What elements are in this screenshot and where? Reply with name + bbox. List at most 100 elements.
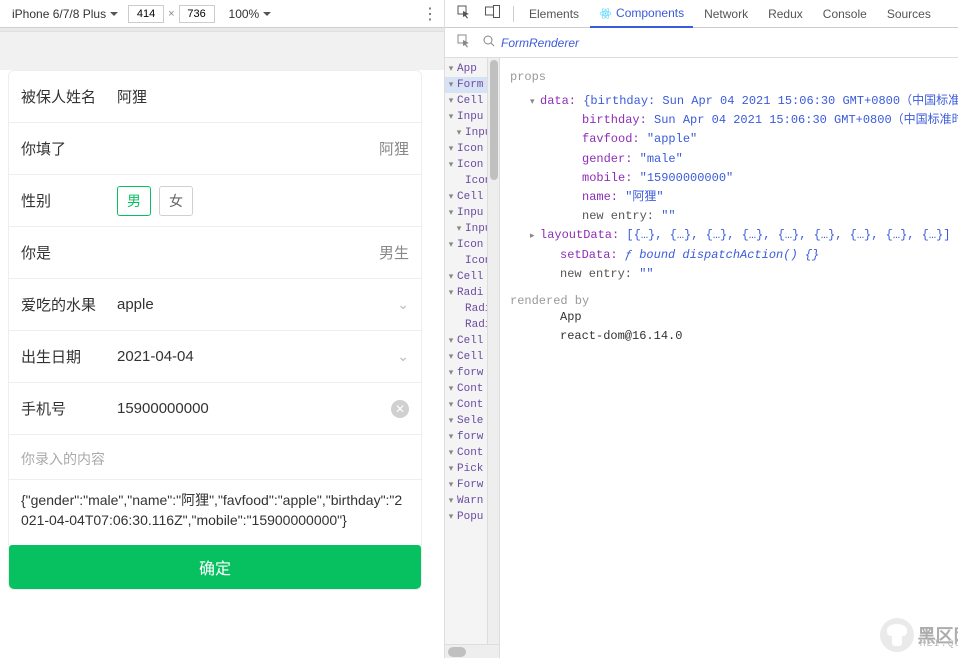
cell-echo-name: 你填了 阿狸 [9, 123, 421, 175]
prop-name[interactable]: name: "阿狸" [510, 188, 958, 207]
cell-birthday[interactable]: 出生日期 2021-04-04 ⌄ [9, 331, 421, 383]
tree-node-label: Cont [457, 399, 483, 411]
mobile-input[interactable] [117, 400, 391, 417]
tree-arrow-icon [447, 368, 455, 378]
tree-arrow-icon [447, 512, 455, 522]
device-name: iPhone 6/7/8 Plus [12, 7, 106, 21]
json-header: 你录入的内容 [9, 435, 421, 480]
tree-arrow-icon [447, 416, 455, 426]
tree-node-label: Inpu [457, 111, 483, 123]
prop-birthday[interactable]: birthday: Sun Apr 04 2021 15:06:30 GMT+0… [510, 111, 958, 130]
component-search-input[interactable] [501, 33, 958, 53]
tab-components[interactable]: Components [590, 0, 693, 28]
tree-arrow-icon [447, 448, 455, 458]
tree-node-label: Cont [457, 447, 483, 459]
prop-new-entry[interactable]: new entry: "" [510, 207, 958, 226]
tree-arrow-icon [447, 432, 455, 442]
form-card: 被保人姓名 你填了 阿狸 性别 男 女 你是 男生 [8, 70, 422, 590]
width-input[interactable] [128, 5, 164, 23]
times-icon: × [168, 8, 174, 20]
tree-node-label: Radi [457, 287, 483, 299]
tree-arrow-icon [447, 112, 455, 122]
cell-echo-gender: 你是 男生 [9, 227, 421, 279]
tree-arrow-icon [447, 80, 455, 90]
rendered-by-app[interactable]: App [510, 308, 958, 327]
watermark-url: HEI.QU.BIZ [920, 639, 958, 650]
horizontal-scrollbar[interactable] [445, 644, 499, 658]
tree-node-label: Cell [457, 95, 483, 107]
tree-node-label: Pick [457, 463, 483, 475]
more-icon[interactable]: ⋮ [422, 4, 436, 24]
cell-favfood[interactable]: 爱吃的水果 apple ⌄ [9, 279, 421, 331]
birthday-label: 出生日期 [21, 346, 117, 367]
name-input[interactable] [117, 88, 409, 105]
gender-male-button[interactable]: 男 [117, 186, 151, 216]
tab-redux[interactable]: Redux [759, 1, 812, 27]
prop-setData[interactable]: setData: ƒ bound dispatchAction() {} [510, 246, 958, 265]
prop-mobile[interactable]: mobile: "15900000000" [510, 169, 958, 188]
submit-button[interactable]: 确定 [9, 545, 421, 589]
device-select[interactable]: iPhone 6/7/8 Plus [8, 5, 122, 23]
echo-name-label: 你填了 [21, 138, 117, 159]
tree-arrow-icon [447, 464, 455, 474]
prop-data[interactable]: ▾data: {birthday: Sun Apr 04 2021 15:06:… [510, 92, 958, 111]
tree-arrow-icon [447, 208, 455, 218]
tab-console[interactable]: Console [814, 1, 876, 27]
rendered-by-react-dom[interactable]: react-dom@16.14.0 [510, 327, 958, 346]
tree-node-label: Cell [457, 335, 483, 347]
tree-arrow-icon [447, 192, 455, 202]
tree-node-label: Icon [457, 143, 483, 155]
search-icon [483, 35, 495, 50]
chevron-down-icon [110, 12, 118, 16]
devtools-tabs: Elements Components Network Redux Consol… [445, 0, 958, 28]
tree-node-label: Icon [457, 239, 483, 251]
favfood-value: apple [117, 296, 389, 313]
height-input[interactable] [179, 5, 215, 23]
tree-node-label: Warn [457, 495, 483, 507]
zoom-select[interactable]: 100% [229, 7, 272, 21]
tree-arrow-icon [447, 240, 455, 250]
echo-gender-value: 男生 [117, 242, 409, 263]
gender-female-button[interactable]: 女 [159, 186, 193, 216]
tab-network[interactable]: Network [695, 1, 757, 27]
props-inspector[interactable]: props ▾data: {birthday: Sun Apr 04 2021 … [500, 58, 958, 658]
cell-gender: 性别 男 女 [9, 175, 421, 227]
birthday-value: 2021-04-04 [117, 348, 389, 365]
tree-arrow-icon [447, 96, 455, 106]
pick-element-icon[interactable] [451, 30, 477, 55]
canvas-gutter [0, 32, 444, 70]
prop-layoutData[interactable]: ▸layoutData: [{…}, {…}, {…}, {…}, {…}, {… [510, 226, 958, 245]
tree-arrow-icon [447, 160, 455, 170]
device-toggle-icon[interactable] [479, 1, 507, 26]
mushroom-icon [880, 618, 914, 652]
tree-node-label: Inpu [457, 207, 483, 219]
tree-arrow-icon [455, 128, 463, 138]
vertical-scrollbar[interactable] [487, 58, 499, 644]
dimensions-group: × [128, 5, 214, 23]
cell-mobile[interactable]: 手机号 ✕ [9, 383, 421, 435]
prop-favfood[interactable]: favfood: "apple" [510, 130, 958, 149]
tree-arrow-icon [447, 496, 455, 506]
tree-arrow-icon [447, 352, 455, 362]
tree-arrow-icon [447, 288, 455, 298]
tree-arrow-icon [447, 144, 455, 154]
component-tree[interactable]: AppFormCellInpuInpuIconIconIconCellInpuI… [445, 58, 500, 658]
prop-new-entry-2[interactable]: new entry: "" [510, 265, 958, 284]
chevron-down-icon: ⌄ [397, 296, 409, 313]
tab-sources[interactable]: Sources [878, 1, 940, 27]
prop-gender[interactable]: gender: "male" [510, 150, 958, 169]
tab-elements[interactable]: Elements [520, 1, 588, 27]
json-body: {"gender":"male","name":"阿狸","favfood":"… [9, 480, 421, 543]
tree-node-label: Cell [457, 271, 483, 283]
cell-name[interactable]: 被保人姓名 [9, 71, 421, 123]
divider [513, 6, 514, 22]
device-emulator-pane: iPhone 6/7/8 Plus × 100% ⋮ 被保人姓名 [0, 0, 445, 658]
tree-node-label: Cell [457, 351, 483, 363]
mobile-label: 手机号 [21, 398, 117, 419]
clear-icon[interactable]: ✕ [391, 400, 409, 418]
inspect-icon[interactable] [451, 1, 477, 26]
tree-node-label: Popu [457, 511, 483, 523]
tree-node-label: Cont [457, 383, 483, 395]
components-split: AppFormCellInpuInpuIconIconIconCellInpuI… [445, 58, 958, 658]
zoom-value: 100% [229, 7, 260, 21]
